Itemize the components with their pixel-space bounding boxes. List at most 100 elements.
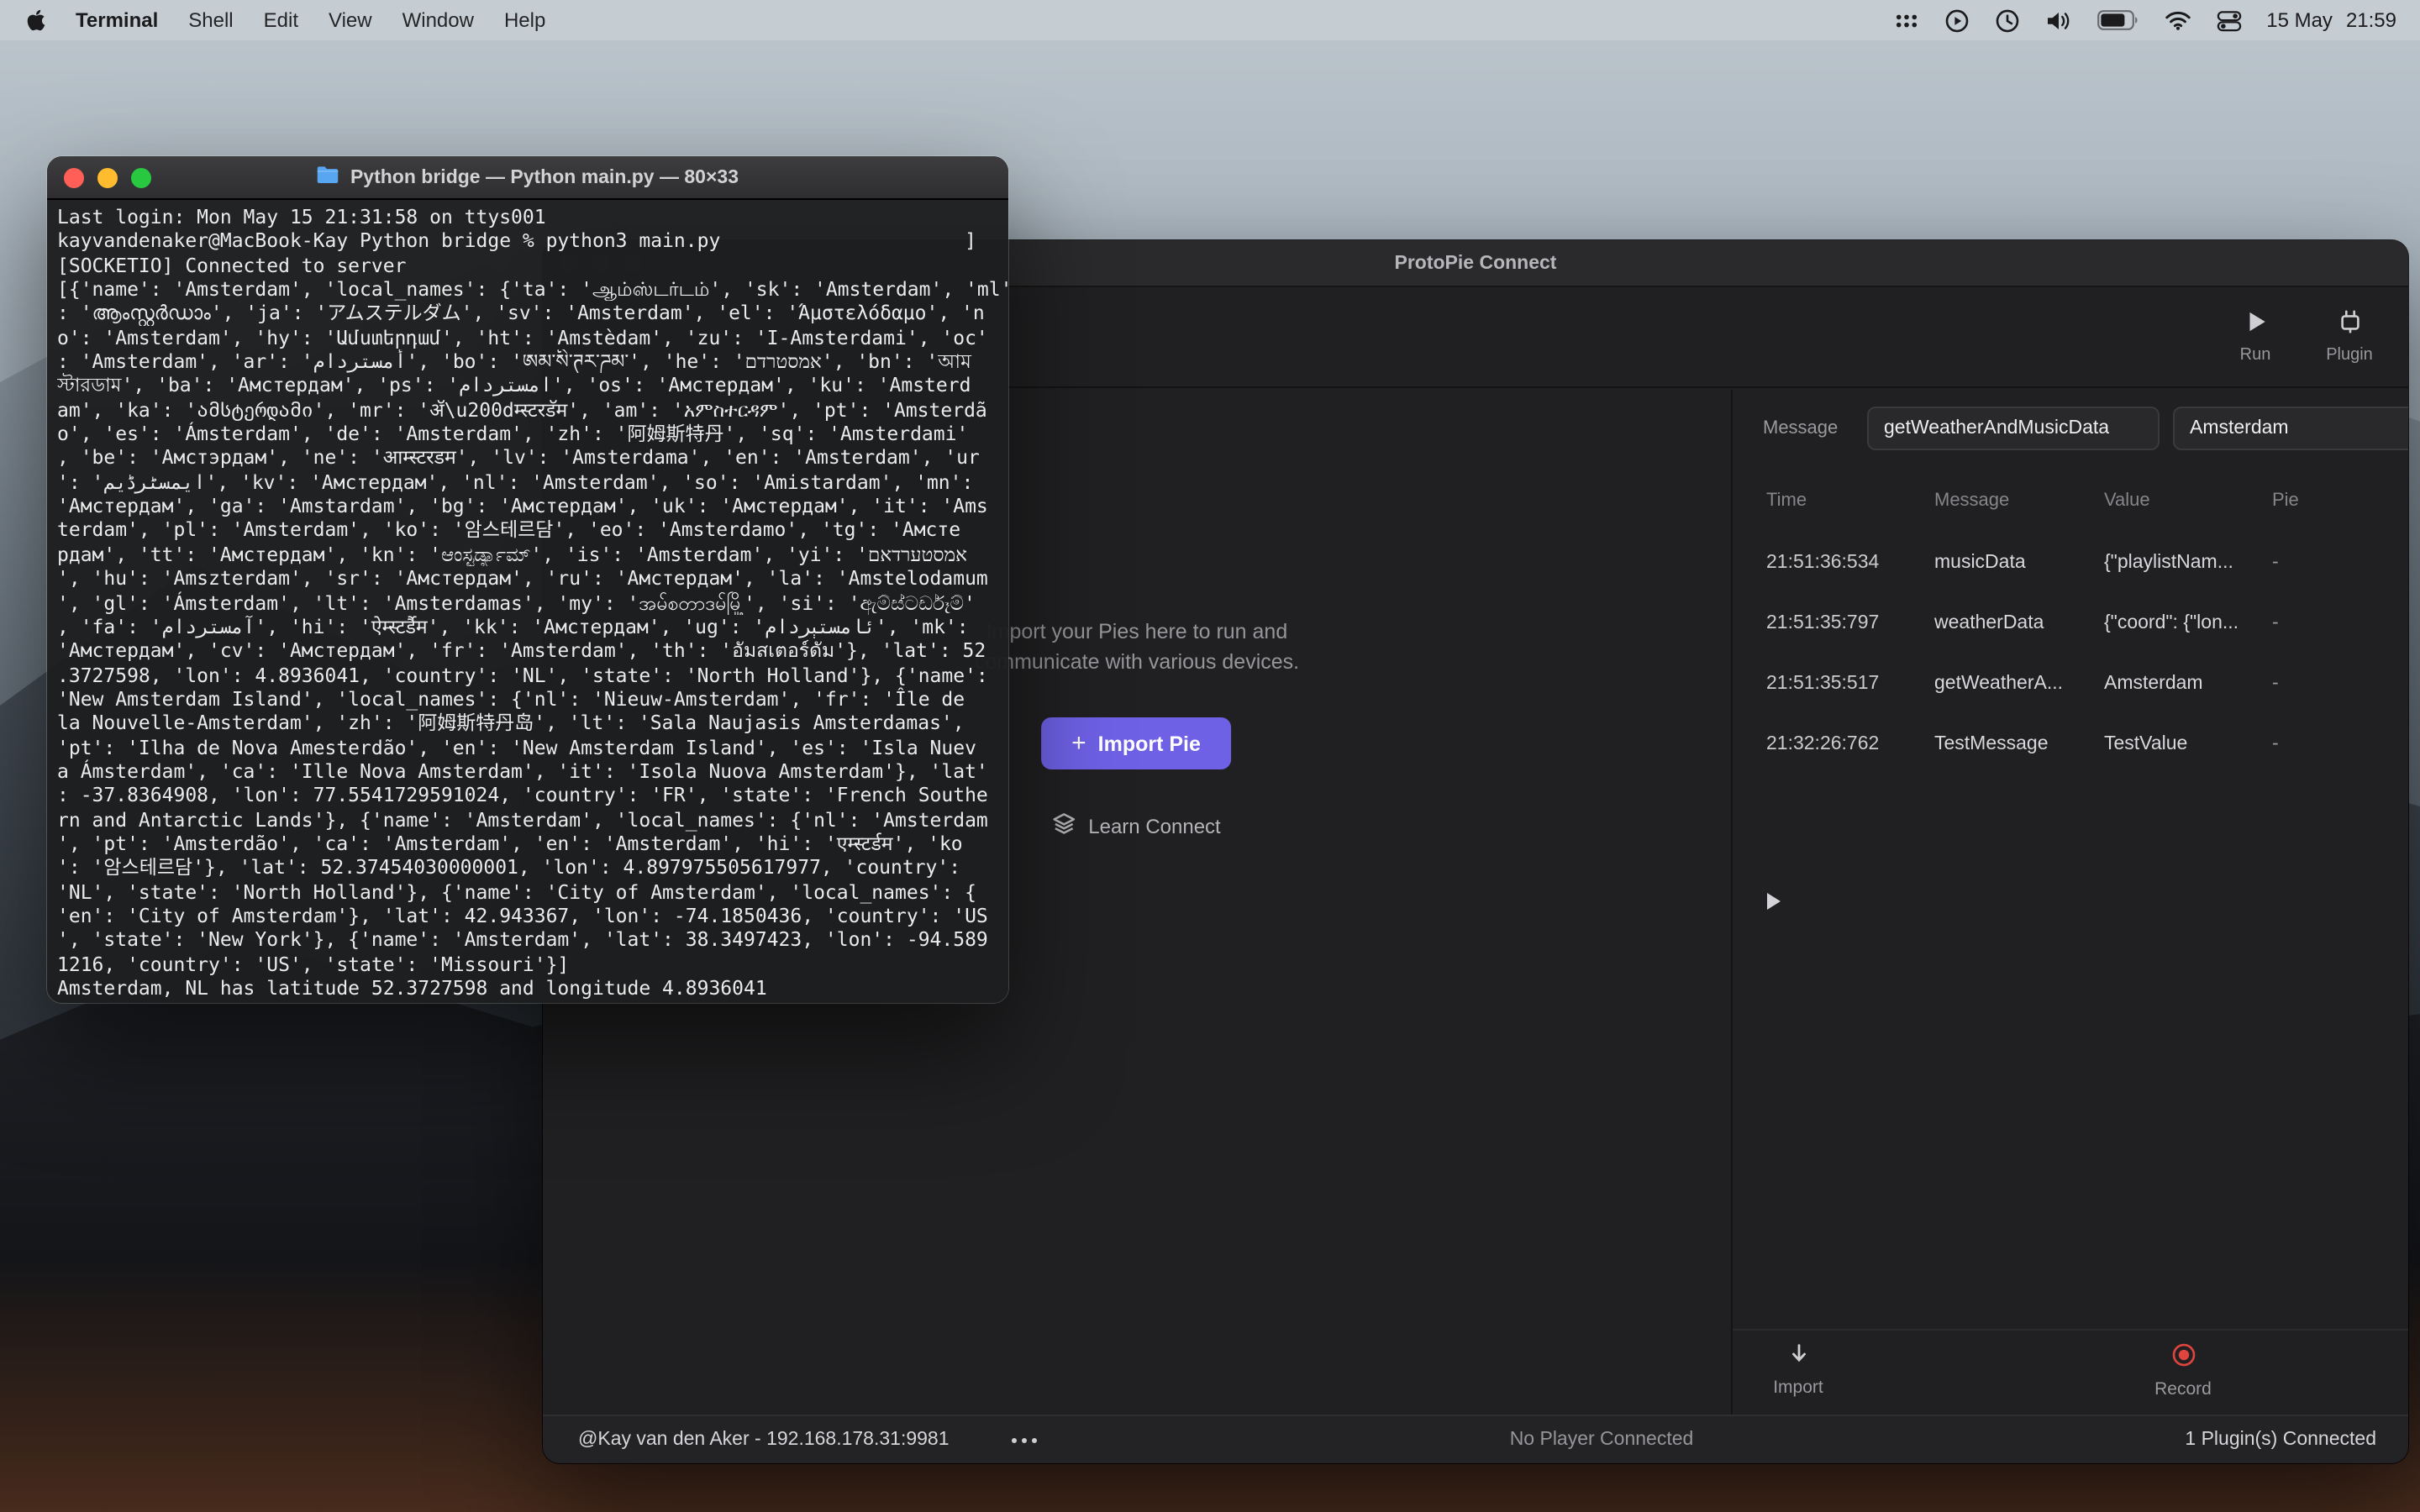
import-button[interactable]: Import	[1761, 1342, 1835, 1398]
message-input[interactable]	[1867, 407, 2160, 450]
terminal-line: ': 'ایمسٹرڈیم', 'kv': 'Амстердам', 'nl':…	[57, 470, 974, 494]
value-input[interactable]	[2173, 407, 2408, 450]
more-options-button[interactable]	[1012, 1438, 1037, 1443]
player-status: No Player Connected	[1509, 1430, 1694, 1450]
header-value: Value	[2104, 491, 2150, 511]
terminal-line: o', 'es': 'Ámsterdam', 'de': 'Amsterdam'…	[57, 422, 969, 446]
battery-icon[interactable]	[2096, 10, 2139, 30]
status-bar: @Kay van den Aker - 192.168.178.31:9981 …	[543, 1415, 2408, 1463]
terminal-output[interactable]: Last login: Mon May 15 21:31:58 on ttys0…	[47, 200, 1008, 1000]
terminal-line: o': 'Amsterdam', 'hy': 'Ամստերդամ', 'ht'…	[57, 325, 988, 349]
run-button[interactable]: Run	[2218, 309, 2292, 365]
terminal-line: 'Амстердам', 'ga': 'Amstardam', 'bg': 'А…	[57, 494, 988, 518]
log-table-header: Time Message Value Pie	[1733, 491, 2408, 517]
menu-clock[interactable]: 15 May 21:59	[2266, 8, 2396, 32]
arrow-down-icon	[1786, 1342, 1811, 1371]
control-center-icon[interactable]	[2216, 8, 2241, 33]
close-button[interactable]	[64, 168, 84, 188]
terminal-line: .3727598, 'lon': 4.8936041, 'country': '…	[57, 663, 988, 687]
terminal-line: ', 'hu': 'Amszterdam', 'sr': 'Амстердам'…	[57, 566, 988, 591]
menu-time: 21:59	[2345, 8, 2396, 32]
menu-bar-status: 15 May 21:59	[1893, 8, 2420, 33]
terminal-line: ', 'gl': 'Ámsterdam', 'lt': 'Amsterdamas…	[57, 591, 976, 614]
plugin-status: 1 Plugin(s) Connected	[2185, 1430, 2376, 1450]
terminal-line: : 'ആംസ്റ്റർഡാം', 'ja': 'アムステルダム', 'sv': …	[57, 301, 985, 325]
wifi-icon[interactable]	[2164, 10, 2191, 30]
terminal-line: 'Амстердам', 'cv': 'Амстердам', 'fr': 'A…	[57, 638, 986, 663]
window-controls	[64, 168, 151, 188]
minimize-button[interactable]	[97, 168, 118, 188]
terminal-title: Python bridge — Python main.py — 80×33	[317, 165, 739, 190]
history-clock-icon[interactable]	[1994, 8, 2019, 33]
learn-connect-link[interactable]: Learn Connect	[1051, 811, 1221, 842]
terminal-line: 'New Amsterdam Island', 'local_names': {…	[57, 686, 965, 711]
terminal-line: ': '암스테르담'}, 'lat': 52.37454030000001, '…	[57, 855, 961, 879]
terminal-line: terdam', 'pl': 'Amsterdam', 'ko': '암스테르담…	[57, 517, 961, 542]
header-pie: Pie	[2272, 491, 2299, 511]
menu-shell[interactable]: Shell	[188, 8, 233, 32]
terminal-title-text: Python bridge — Python main.py — 80×33	[350, 167, 739, 187]
log-row[interactable]: 21:51:36:534 musicData {"playlistNam... …	[1733, 548, 2408, 578]
log-row[interactable]: 21:32:26:762 TestMessage TestValue -	[1733, 729, 2408, 759]
app-menu-terminal[interactable]: Terminal	[76, 8, 158, 32]
apple-menu-icon[interactable]	[27, 8, 45, 32]
header-time: Time	[1766, 491, 1807, 511]
plugin-label: Plugin	[2326, 346, 2373, 365]
dots-grid-icon[interactable]	[1893, 9, 1918, 31]
terminal-line: : -37.8364908, 'lon': 77.5541729591024, …	[57, 783, 988, 807]
terminal-line: am', 'ka': 'ამსტერდამი', 'mr': 'ॲ\u200dम…	[57, 397, 987, 422]
folder-icon	[317, 165, 340, 190]
terminal-line: рдам', 'tt': 'Амстердам', 'kn': 'ಆಂಸ್ಟರ್…	[57, 542, 967, 566]
layers-icon	[1051, 811, 1076, 842]
menu-window[interactable]: Window	[402, 8, 474, 32]
menu-bar-left: Terminal Shell Edit View Window Help	[0, 8, 545, 32]
terminal-line: rn and Antarctic Lands'}, {'name': 'Amst…	[57, 807, 988, 832]
log-row[interactable]: 21:51:35:517 getWeatherA... Amsterdam -	[1733, 669, 2408, 699]
terminal-line: a Ámsterdam', 'ca': 'Ille Nova Amsterdam…	[57, 759, 988, 783]
terminal-line: 1216, 'country': 'US', 'state': 'Missour…	[57, 952, 570, 976]
log-footer: Import Record	[1733, 1329, 2408, 1415]
play-circle-icon[interactable]	[1944, 8, 1969, 33]
terminal-line: Amsterdam, NL has latitude 52.3727598 an…	[57, 976, 767, 1000]
terminal-line: 'en': 'City of Amsterdam'}, 'lat': 42.94…	[57, 903, 988, 927]
log-play-icon[interactable]	[1766, 889, 1783, 910]
record-button[interactable]: Record	[2146, 1342, 2220, 1399]
run-label: Run	[2239, 346, 2271, 365]
menu-help[interactable]: Help	[504, 8, 545, 32]
terminal-line: 'pt': 'Ilha de Nova Amesterdão', 'en': '…	[57, 735, 976, 759]
terminal-titlebar[interactable]: Python bridge — Python main.py — 80×33	[47, 156, 1008, 200]
terminal-line: ', 'pt': 'Amsterdão', 'ca': 'Amsterdam',…	[57, 831, 963, 855]
plus-icon: +	[1071, 729, 1086, 758]
terminal-line: , 'fa': 'آمستردام', 'hi': 'ऐम्स्टर्डैम',…	[57, 614, 969, 638]
plugin-icon	[2337, 309, 2362, 339]
record-label: Record	[2154, 1379, 2212, 1399]
screen: Terminal Shell Edit View Window Help 15 …	[0, 0, 2420, 1512]
import-pie-label: Import Pie	[1097, 732, 1201, 755]
menu-bar: Terminal Shell Edit View Window Help 15 …	[0, 0, 2420, 40]
plugin-button[interactable]: Plugin	[2312, 309, 2386, 365]
terminal-line: Last login: Mon May 15 21:31:58 on ttys0…	[57, 205, 546, 228]
terminal-line: la Nouvelle-Amsterdam', 'zh': '阿姆斯特丹岛', …	[57, 711, 965, 735]
log-row[interactable]: 21:51:35:797 weatherData {"coord": {"lon…	[1733, 608, 2408, 638]
terminal-line: kayvandenaker@MacBook-Kay Python bridge …	[57, 228, 976, 253]
play-icon	[2243, 309, 2268, 339]
terminal-line: [{'name': 'Amsterdam', 'local_names': {'…	[57, 277, 1008, 302]
import-label: Import	[1773, 1378, 1823, 1398]
message-log-panel: Message Time Message Value Pie 21:51:36:…	[1731, 390, 2408, 1415]
message-bar: Message	[1733, 407, 2408, 450]
learn-connect-label: Learn Connect	[1088, 815, 1221, 838]
terminal-line: স্টারডাম', 'ba': 'Амстердам', 'ps': 'امس…	[57, 373, 971, 397]
record-icon	[2170, 1342, 2196, 1373]
window-title: ProtoPie Connect	[1394, 253, 1557, 273]
terminal-window: Python bridge — Python main.py — 80×33 L…	[47, 156, 1008, 1003]
terminal-line: [SOCKETIO] Connected to server	[57, 253, 407, 277]
zoom-button[interactable]	[131, 168, 151, 188]
import-pie-button[interactable]: + Import Pie	[1041, 717, 1231, 769]
volume-icon[interactable]	[2044, 9, 2071, 31]
menu-view[interactable]: View	[329, 8, 372, 32]
menu-edit[interactable]: Edit	[264, 8, 298, 32]
connection-address: @Kay van den Aker - 192.168.178.31:9981	[578, 1430, 950, 1450]
message-label: Message	[1763, 418, 1839, 438]
terminal-line: , 'be': 'Амстэрдам', 'ne': 'आम्स्टरडम', …	[57, 445, 980, 470]
menu-date: 15 May	[2266, 8, 2333, 32]
